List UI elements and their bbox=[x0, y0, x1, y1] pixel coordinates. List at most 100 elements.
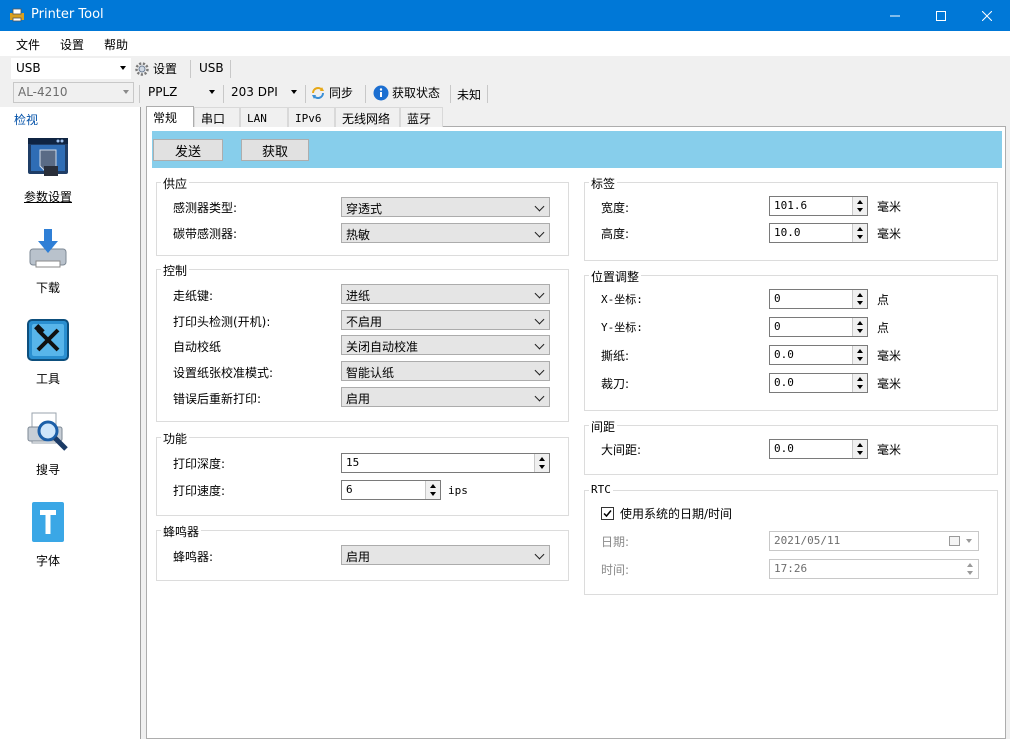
search-magnifier-icon bbox=[27, 412, 68, 451]
arrow-up-icon bbox=[857, 200, 863, 204]
spin-buttons[interactable] bbox=[852, 440, 867, 458]
spin-buttons[interactable] bbox=[963, 560, 978, 578]
maximize-icon bbox=[936, 10, 946, 21]
sensor-type-dropdown[interactable]: 穿透式 bbox=[341, 197, 550, 217]
tear-label: 撕纸: bbox=[601, 349, 630, 363]
reprint-label: 错误后重新打印: bbox=[173, 392, 262, 406]
date-value: 2021/05/11 bbox=[774, 534, 841, 547]
tab-wireless[interactable]: 无线网络 bbox=[335, 107, 400, 127]
tear-unit: 毫米 bbox=[877, 349, 902, 363]
speed-stepper[interactable]: 6 bbox=[341, 480, 441, 500]
nav-item-search[interactable]: 搜寻 bbox=[0, 409, 140, 497]
get-status-button[interactable]: 获取状态 bbox=[373, 84, 440, 101]
height-stepper[interactable]: 10.0 bbox=[769, 223, 868, 243]
send-button[interactable]: 发送 bbox=[153, 139, 223, 161]
arrow-up-icon bbox=[967, 563, 973, 567]
use-system-label: 使用系统的日期/时间 bbox=[620, 507, 733, 521]
maximize-button[interactable] bbox=[918, 0, 964, 31]
language-combo[interactable]: PPLZ bbox=[143, 82, 220, 103]
get-button[interactable]: 获取 bbox=[241, 139, 309, 161]
printer-app-icon bbox=[10, 8, 24, 22]
sync-button[interactable]: 同步 bbox=[310, 84, 353, 101]
spin-buttons[interactable] bbox=[852, 290, 867, 308]
chevron-down-icon bbox=[534, 391, 545, 402]
minimize-button[interactable] bbox=[872, 0, 918, 31]
tab-bluetooth[interactable]: 蓝牙 bbox=[400, 107, 443, 127]
cutter-stepper[interactable]: 0.0 bbox=[769, 373, 868, 393]
arrow-down-icon bbox=[857, 235, 863, 239]
settings-button[interactable]: 设置 bbox=[134, 60, 177, 77]
tab-serial[interactable]: 串口 bbox=[194, 107, 240, 127]
time-stepper[interactable]: 17:26 bbox=[769, 559, 979, 579]
auto-calib-dropdown[interactable]: 关闭自动校准 bbox=[341, 335, 550, 355]
checkbox-box[interactable] bbox=[601, 507, 614, 520]
y-stepper[interactable]: 0 bbox=[769, 317, 868, 337]
cutter-label: 裁刀: bbox=[601, 377, 630, 391]
cutter-value: 0.0 bbox=[774, 376, 794, 389]
menu-settings[interactable]: 设置 bbox=[60, 36, 84, 53]
spin-buttons[interactable] bbox=[852, 224, 867, 242]
arrow-up-icon bbox=[857, 349, 863, 353]
head-check-dropdown[interactable]: 不启用 bbox=[341, 310, 550, 330]
spin-buttons[interactable] bbox=[852, 374, 867, 392]
reprint-dropdown[interactable]: 启用 bbox=[341, 387, 550, 407]
calib-mode-dropdown[interactable]: 智能认纸 bbox=[341, 361, 550, 381]
head-check-value: 不启用 bbox=[346, 315, 383, 329]
tab-lan[interactable]: LAN bbox=[240, 107, 288, 127]
close-button[interactable] bbox=[964, 0, 1010, 31]
head-check-label: 打印头检测(开机): bbox=[173, 315, 271, 329]
menu-help[interactable]: 帮助 bbox=[104, 36, 128, 53]
port-indicator: USB bbox=[199, 61, 224, 75]
spin-buttons[interactable] bbox=[852, 346, 867, 364]
buzzer-label: 蜂鸣器: bbox=[173, 550, 214, 564]
gear-icon bbox=[135, 61, 149, 76]
feed-key-value: 进纸 bbox=[346, 289, 371, 303]
tab-general[interactable]: 常规 bbox=[146, 106, 194, 127]
use-system-time-checkbox[interactable]: 使用系统的日期/时间 bbox=[601, 505, 732, 522]
dpi-combo-value: 203 DPI bbox=[231, 85, 278, 99]
feed-key-dropdown[interactable]: 进纸 bbox=[341, 284, 550, 304]
date-picker[interactable]: 2021/05/11 bbox=[769, 531, 979, 551]
language-combo-value: PPLZ bbox=[148, 85, 178, 99]
download-printer-icon bbox=[29, 229, 67, 268]
x-stepper[interactable]: 0 bbox=[769, 289, 868, 309]
gap-stepper[interactable]: 0.0 bbox=[769, 439, 868, 459]
spin-buttons[interactable] bbox=[852, 197, 867, 215]
arrow-down-icon bbox=[430, 492, 436, 496]
nav-label-download: 下载 bbox=[35, 281, 60, 295]
density-label: 打印深度: bbox=[173, 457, 226, 471]
nav-item-fonts[interactable]: 字体 bbox=[0, 500, 140, 588]
model-combo[interactable]: AL-4210 bbox=[13, 82, 134, 103]
dpi-combo[interactable]: 203 DPI bbox=[226, 82, 302, 103]
auto-calib-value: 关闭自动校准 bbox=[346, 340, 419, 354]
settings-label: 设置 bbox=[153, 62, 178, 76]
arrow-up-icon bbox=[857, 227, 863, 231]
buzzer-dropdown[interactable]: 启用 bbox=[341, 545, 550, 565]
menu-file[interactable]: 文件 bbox=[16, 36, 40, 53]
density-stepper[interactable]: 15 bbox=[341, 453, 550, 473]
tear-stepper[interactable]: 0.0 bbox=[769, 345, 868, 365]
chevron-down-icon bbox=[534, 227, 545, 238]
spin-buttons[interactable] bbox=[534, 454, 549, 472]
port-combo[interactable]: USB bbox=[11, 58, 131, 79]
chevron-down-icon bbox=[534, 288, 545, 299]
arrow-up-icon bbox=[857, 377, 863, 381]
dropdown-arrow-icon bbox=[291, 90, 297, 94]
arrow-down-icon bbox=[857, 357, 863, 361]
spin-buttons[interactable] bbox=[852, 318, 867, 336]
width-label: 宽度: bbox=[601, 201, 630, 215]
function-group: 功能 打印深度: 15 打印速度: 6 ips bbox=[156, 430, 569, 516]
height-value: 10.0 bbox=[774, 226, 801, 239]
toolbar-separator bbox=[450, 85, 451, 103]
spin-buttons[interactable] bbox=[425, 481, 440, 499]
width-stepper[interactable]: 101.6 bbox=[769, 196, 868, 216]
nav-item-tools[interactable]: 工具 bbox=[0, 318, 140, 406]
nav-item-download[interactable]: 下载 bbox=[0, 227, 140, 315]
tab-ipv6[interactable]: IPv6 bbox=[288, 107, 335, 127]
ribbon-sensor-dropdown[interactable]: 热敏 bbox=[341, 223, 550, 243]
nav-label-search: 搜寻 bbox=[35, 463, 60, 477]
info-icon bbox=[373, 85, 389, 100]
nav-item-parameters[interactable]: 参数设置 bbox=[0, 136, 140, 224]
check-icon bbox=[603, 510, 612, 518]
group-title: 标签 bbox=[589, 175, 618, 192]
